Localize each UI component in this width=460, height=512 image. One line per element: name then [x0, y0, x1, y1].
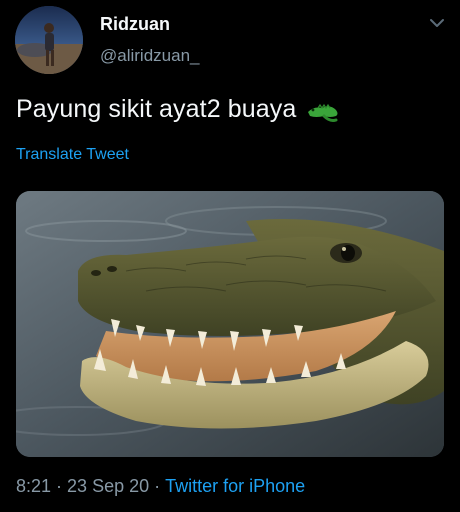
tweet-media-image[interactable] — [16, 191, 444, 457]
tweet-body: Payung sikit ayat2 buaya — [16, 94, 297, 123]
separator: · — [56, 476, 63, 496]
tweet-metadata: 8:21 · 23 Sep 20 · Twitter for iPhone — [16, 476, 305, 497]
crocodile-photo — [16, 191, 444, 457]
translate-tweet-link[interactable]: Translate Tweet — [16, 146, 129, 164]
chevron-down-icon[interactable] — [428, 16, 446, 30]
separator: · — [154, 476, 161, 496]
avatar[interactable] — [15, 6, 83, 74]
display-name[interactable]: Ridzuan — [100, 14, 170, 35]
user-handle[interactable]: @aliridzuan_ — [100, 46, 199, 66]
tweet-date[interactable]: 23 Sep 20 — [67, 476, 149, 497]
tweet-source-link[interactable]: Twitter for iPhone — [165, 476, 305, 497]
tweet-text: Payung sikit ayat2 buaya — [16, 94, 340, 124]
crocodile-emoji-icon — [306, 94, 340, 124]
avatar-image — [15, 6, 83, 74]
tweet-time[interactable]: 8:21 — [16, 476, 51, 497]
